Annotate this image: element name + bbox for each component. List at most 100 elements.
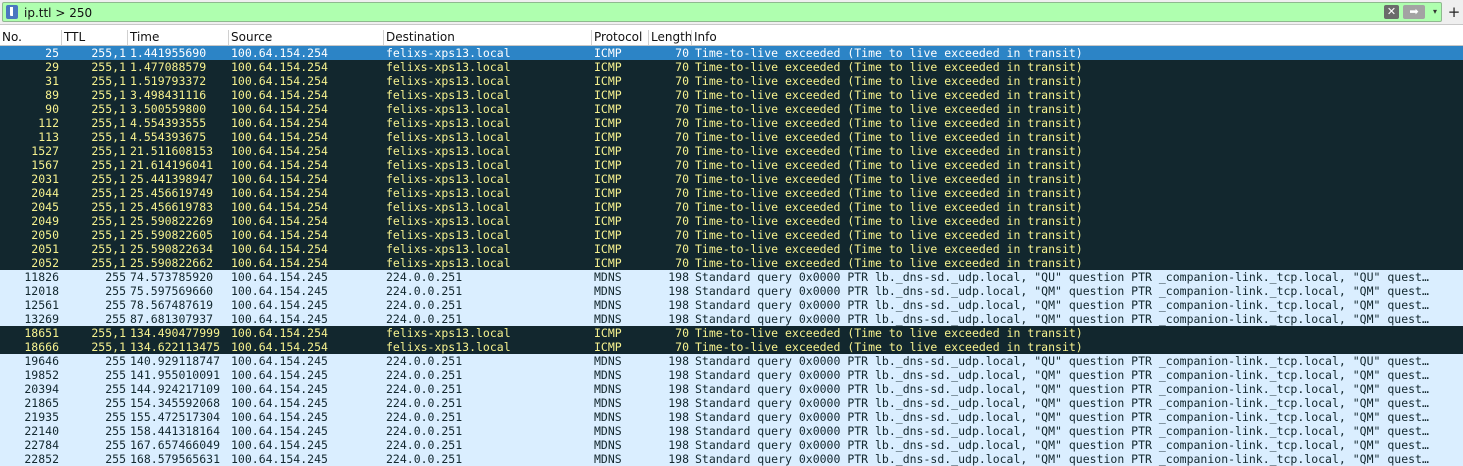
packet-number-cell: 2045 <box>31 200 59 214</box>
packet-row[interactable]: 12561 255 78.567487619 100.64.154.245 224.0.… <box>0 298 1463 312</box>
time-cell: 1.441955690 <box>130 46 207 60</box>
packet-row[interactable]: 12018 255 75.597569660 100.64.154.245 224.0.… <box>0 284 1463 298</box>
packet-number-cell: 12561 <box>24 298 59 312</box>
info-cell: Standard query 0x0000 PTR lb._dns-sd._ud… <box>695 410 1429 424</box>
packet-row[interactable]: 2031 255,1 25.441398947 100.64.154.254 felix… <box>0 172 1463 186</box>
packet-number-cell: 19852 <box>24 368 59 382</box>
ttl-cell: 255 <box>105 410 126 424</box>
protocol-cell: ICMP <box>594 60 622 74</box>
packet-row[interactable]: 31 255,1 1.519793372 100.64.154.254 felixs-x… <box>0 74 1463 88</box>
column-header-info[interactable]: Info <box>692 30 1463 45</box>
packet-row[interactable]: 19646 255 140.929118747 100.64.154.245 224.0… <box>0 354 1463 368</box>
packet-row[interactable]: 2045 255,1 25.456619783 100.64.154.254 felix… <box>0 200 1463 214</box>
apply-filter-button[interactable]: ➡ <box>1403 5 1425 19</box>
packet-row[interactable]: 21935 255 155.472517304 100.64.154.245 224.0… <box>0 410 1463 424</box>
destination-cell: felixs-xps13.local <box>386 60 511 74</box>
time-cell: 155.472517304 <box>130 410 221 424</box>
packet-row[interactable]: 19852 255 141.955010091 100.64.154.245 224.0… <box>0 368 1463 382</box>
column-header-time[interactable]: Time <box>128 30 229 45</box>
packet-row[interactable]: 113 255,1 4.554393675 100.64.154.254 felixs-… <box>0 130 1463 144</box>
destination-cell: 224.0.0.251 <box>386 382 463 396</box>
protocol-cell: MDNS <box>594 298 622 312</box>
length-cell: 70 <box>675 102 689 116</box>
protocol-cell: ICMP <box>594 186 622 200</box>
length-cell: 70 <box>675 326 689 340</box>
packet-row[interactable]: 18651 255,1 134.490477999 100.64.154.254 fel… <box>0 326 1463 340</box>
protocol-cell: MDNS <box>594 354 622 368</box>
display-filter-input[interactable]: ip.ttl > 250 ✕ ➡ ▾ <box>2 2 1442 22</box>
packet-row[interactable]: 90 255,1 3.500559800 100.64.154.254 felixs-x… <box>0 102 1463 116</box>
ttl-cell: 255,1 <box>91 256 126 270</box>
packet-row[interactable]: 2044 255,1 25.456619749 100.64.154.254 felix… <box>0 186 1463 200</box>
time-cell: 3.498431116 <box>130 88 207 102</box>
column-header-source[interactable]: Source <box>229 30 384 45</box>
source-cell: 100.64.154.245 <box>231 368 328 382</box>
filter-expression-text[interactable]: ip.ttl > 250 <box>24 4 92 22</box>
column-header-protocol[interactable]: Protocol <box>592 30 649 45</box>
info-cell: Time-to-live exceeded (Time to live exce… <box>695 60 1083 74</box>
column-header-ttl[interactable]: TTL <box>62 30 128 45</box>
destination-cell: felixs-xps13.local <box>386 242 511 256</box>
source-cell: 100.64.154.245 <box>231 354 328 368</box>
bookmark-icon[interactable] <box>6 5 18 19</box>
packet-row-selected[interactable]: 25 255,1 1.441955690 100.64.154.254 felixs-x… <box>0 46 1463 60</box>
length-cell: 198 <box>668 284 689 298</box>
packet-row[interactable]: 2052 255,1 25.590822662 100.64.154.254 felix… <box>0 256 1463 270</box>
ttl-cell: 255,1 <box>91 186 126 200</box>
destination-cell: felixs-xps13.local <box>386 46 511 60</box>
destination-cell: felixs-xps13.local <box>386 326 511 340</box>
time-cell: 134.622113475 <box>130 340 221 354</box>
packet-list-header: No. TTL Time Source Destination Protocol… <box>0 30 1463 46</box>
packet-row[interactable]: 1527 255,1 21.511608153 100.64.154.254 felix… <box>0 144 1463 158</box>
packet-row[interactable]: 29 255,1 1.477088579 100.64.154.254 felixs-x… <box>0 60 1463 74</box>
packet-row[interactable]: 22852 255 168.579565631 100.64.154.245 224.0… <box>0 452 1463 466</box>
protocol-cell: ICMP <box>594 88 622 102</box>
packet-row[interactable]: 18666 255,1 134.622113475 100.64.154.254 fel… <box>0 340 1463 354</box>
recent-filters-dropdown[interactable]: ▾ <box>1429 4 1441 20</box>
column-header-destination[interactable]: Destination <box>384 30 592 45</box>
source-cell: 100.64.154.245 <box>231 312 328 326</box>
packet-number-cell: 113 <box>38 130 59 144</box>
protocol-cell: ICMP <box>594 102 622 116</box>
time-cell: 4.554393675 <box>130 130 207 144</box>
destination-cell: felixs-xps13.local <box>386 186 511 200</box>
length-cell: 70 <box>675 158 689 172</box>
packet-number-cell: 89 <box>45 88 59 102</box>
info-cell: Time-to-live exceeded (Time to live exce… <box>695 256 1083 270</box>
length-cell: 198 <box>668 452 689 466</box>
packet-row[interactable]: 22784 255 167.657466049 100.64.154.245 224.0… <box>0 438 1463 452</box>
source-cell: 100.64.154.254 <box>231 116 328 130</box>
time-cell: 141.955010091 <box>130 368 221 382</box>
column-header-length[interactable]: Length <box>649 30 692 45</box>
time-cell: 1.477088579 <box>130 60 207 74</box>
protocol-cell: ICMP <box>594 242 622 256</box>
packet-row[interactable]: 89 255,1 3.498431116 100.64.154.254 felixs-x… <box>0 88 1463 102</box>
destination-cell: 224.0.0.251 <box>386 410 463 424</box>
packet-row[interactable]: 2051 255,1 25.590822634 100.64.154.254 felix… <box>0 242 1463 256</box>
packet-row[interactable]: 11826 255 74.573785920 100.64.154.245 224.0.… <box>0 270 1463 284</box>
packet-number-cell: 2051 <box>31 242 59 256</box>
ttl-cell: 255,1 <box>91 144 126 158</box>
destination-cell: felixs-xps13.local <box>386 88 511 102</box>
column-header-no[interactable]: No. <box>0 30 62 45</box>
packet-row[interactable]: 2049 255,1 25.590822269 100.64.154.254 felix… <box>0 214 1463 228</box>
packet-row[interactable]: 2050 255,1 25.590822605 100.64.154.254 felix… <box>0 228 1463 242</box>
packet-number-cell: 2052 <box>31 256 59 270</box>
destination-cell: felixs-xps13.local <box>386 256 511 270</box>
packet-row[interactable]: 21865 255 154.345592068 100.64.154.245 224.0… <box>0 396 1463 410</box>
packet-row[interactable]: 13269 255 87.681307937 100.64.154.245 224.0.… <box>0 312 1463 326</box>
packet-row[interactable]: 1567 255,1 21.614196041 100.64.154.254 felix… <box>0 158 1463 172</box>
destination-cell: felixs-xps13.local <box>386 158 511 172</box>
packet-row[interactable]: 20394 255 144.924217109 100.64.154.245 224.0… <box>0 382 1463 396</box>
ttl-cell: 255 <box>105 452 126 466</box>
packet-row[interactable]: 22140 255 158.441318164 100.64.154.245 224.0… <box>0 424 1463 438</box>
length-cell: 70 <box>675 256 689 270</box>
add-filter-button[interactable]: + <box>1447 2 1461 22</box>
source-cell: 100.64.154.254 <box>231 200 328 214</box>
clear-filter-button[interactable]: ✕ <box>1384 5 1399 19</box>
ttl-cell: 255 <box>105 298 126 312</box>
destination-cell: felixs-xps13.local <box>386 74 511 88</box>
length-cell: 198 <box>668 298 689 312</box>
time-cell: 21.614196041 <box>130 158 214 172</box>
packet-row[interactable]: 112 255,1 4.554393555 100.64.154.254 felixs-… <box>0 116 1463 130</box>
